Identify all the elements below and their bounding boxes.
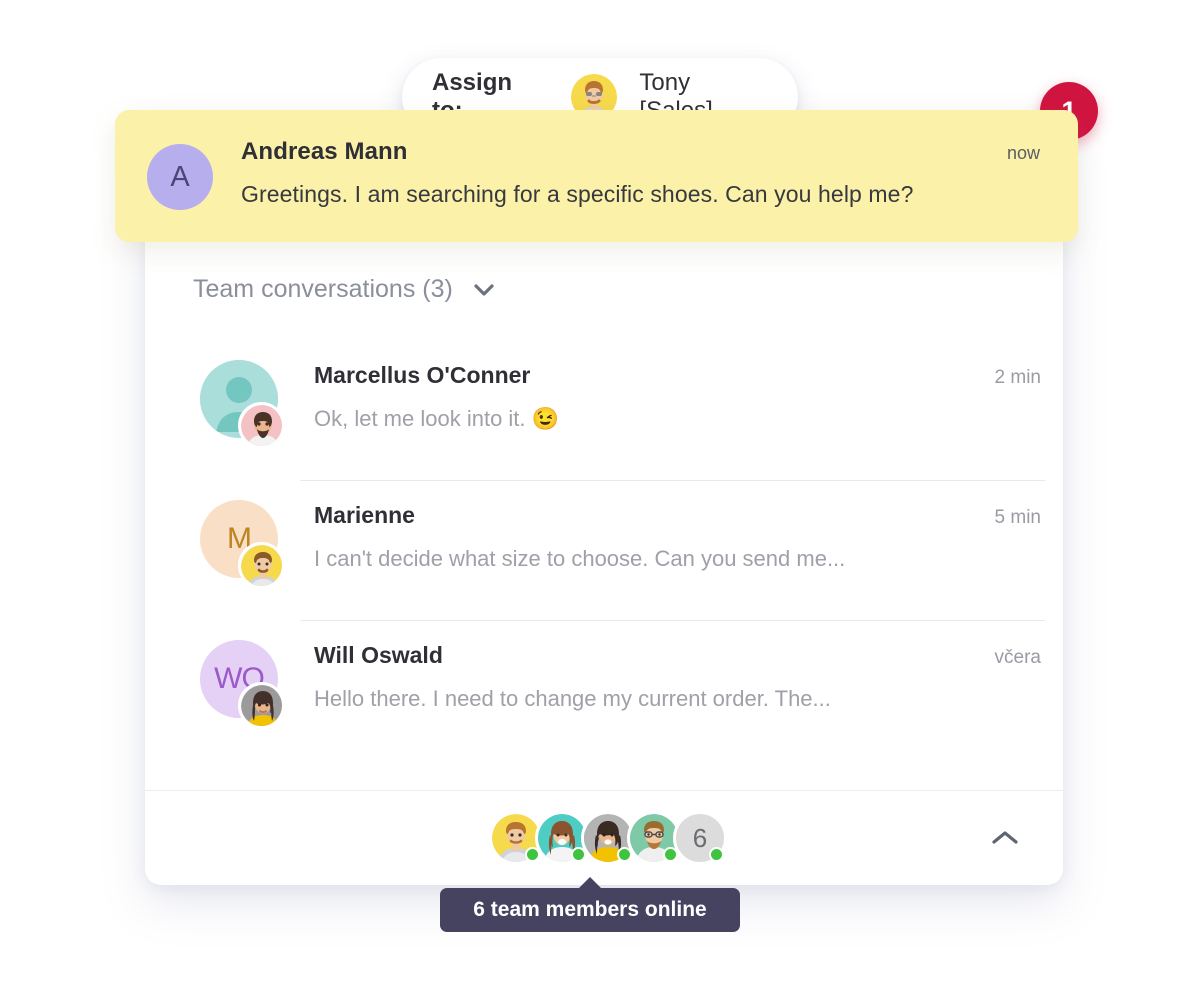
avatar: M bbox=[200, 500, 285, 589]
member-overflow-count[interactable]: 6 bbox=[673, 811, 727, 865]
conversation-time: včera bbox=[994, 647, 1041, 668]
conversation-name: Will Oswald bbox=[314, 642, 443, 668]
member-overflow-label: 6 bbox=[692, 822, 708, 853]
new-message-time: now bbox=[1006, 143, 1040, 163]
new-message-banner[interactable]: A Andreas Mann now Greetings. I am searc… bbox=[115, 110, 1078, 242]
conversation-header: Will Oswald včera bbox=[314, 642, 1043, 669]
wink-emoji-icon: 😉 bbox=[531, 406, 560, 431]
conversation-preview: Ok, let me look into it. 😉 bbox=[314, 406, 1043, 432]
conversation-preview-text: Ok, let me look into it. bbox=[314, 406, 526, 431]
conversation-header: Marcellus O'Conner 2 min bbox=[314, 362, 1043, 389]
conversation-time: 5 min bbox=[994, 507, 1041, 528]
chevron-down-icon[interactable] bbox=[471, 277, 497, 303]
conversation-body: Marcellus O'Conner 2 min Ok, let me look… bbox=[314, 358, 1043, 432]
chat-widget-screen: Assign to: Tony [Sales] 1 A Andreas Mann bbox=[0, 0, 1200, 1006]
conversation-row-marienne[interactable]: M Marienne 5 min I can't decide what siz… bbox=[145, 480, 1063, 620]
collapse-panel-button[interactable] bbox=[985, 823, 1025, 853]
conversation-body: Marienne 5 min I can't decide what size … bbox=[314, 498, 1043, 572]
avatar bbox=[200, 360, 285, 449]
team-members-tooltip: 6 team members online bbox=[440, 877, 740, 932]
contact-photo-badge bbox=[238, 542, 285, 589]
contact-photo-badge bbox=[238, 682, 285, 729]
new-message-text: Greetings. I am searching for a specific… bbox=[241, 181, 914, 207]
online-status-dot bbox=[709, 847, 724, 862]
conversation-header: Marienne 5 min bbox=[314, 502, 1043, 529]
avatar: WO bbox=[200, 640, 285, 729]
team-conversations-header[interactable]: Team conversations (3) bbox=[193, 275, 497, 304]
contact-photo-badge bbox=[238, 402, 285, 449]
conversation-row-marcellus[interactable]: Marcellus O'Conner 2 min Ok, let me look… bbox=[145, 340, 1063, 480]
conversation-preview: I can't decide what size to choose. Can … bbox=[314, 546, 846, 571]
new-message-avatar: A bbox=[147, 144, 213, 210]
conversation-name: Marcellus O'Conner bbox=[314, 362, 531, 388]
team-avatar-stack[interactable]: 6 bbox=[489, 811, 727, 865]
conversation-list: Marcellus O'Conner 2 min Ok, let me look… bbox=[145, 340, 1063, 760]
conversation-preview: Hello there. I need to change my current… bbox=[314, 686, 831, 711]
new-message-body: Andreas Mann now Greetings. I am searchi… bbox=[241, 136, 1040, 208]
new-message-sender: Andreas Mann bbox=[241, 138, 408, 165]
conversation-name: Marienne bbox=[314, 502, 415, 528]
conversation-time: 2 min bbox=[994, 367, 1041, 388]
conversation-row-will[interactable]: WO Will Oswald včera Hello there. I need… bbox=[145, 620, 1063, 760]
chevron-up-icon bbox=[990, 828, 1020, 848]
team-members-footer: 6 bbox=[145, 790, 1063, 885]
team-conversations-title: Team conversations (3) bbox=[193, 275, 453, 303]
conversation-body: Will Oswald včera Hello there. I need to… bbox=[314, 638, 1043, 712]
new-message-header: Andreas Mann now bbox=[241, 138, 1040, 166]
